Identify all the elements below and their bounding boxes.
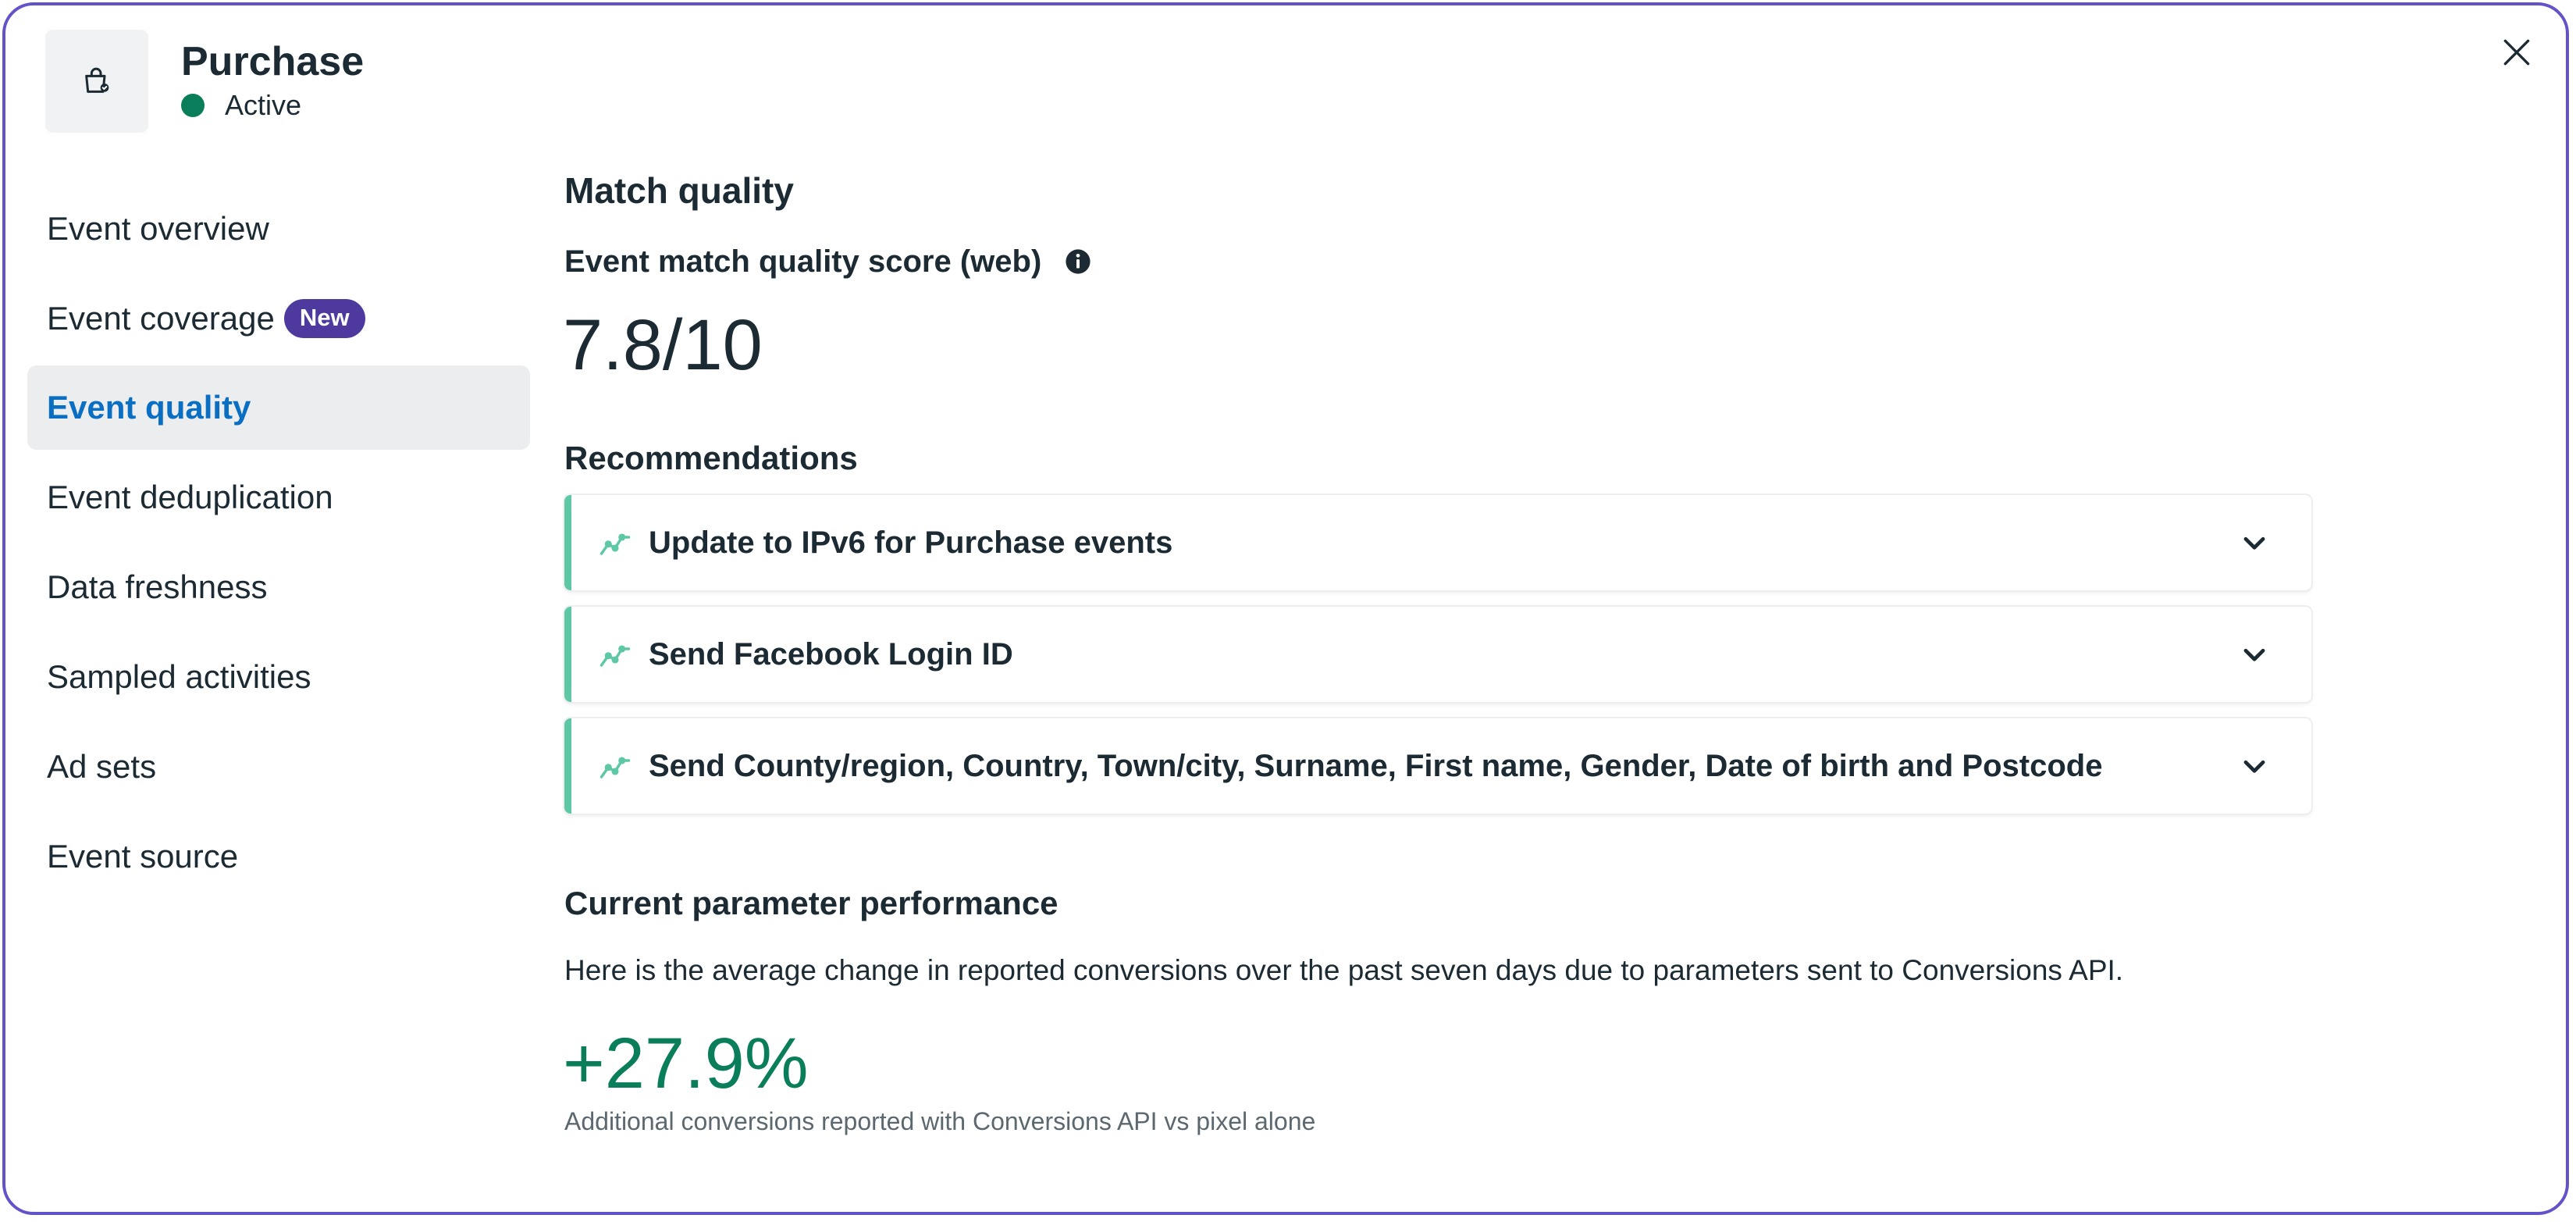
sidebar-item-event-deduplication[interactable]: Event deduplication: [27, 455, 530, 540]
sidebar-item-event-overview[interactable]: Event overview: [27, 187, 530, 271]
recommendations-title: Recommendations: [564, 440, 858, 476]
sidebar-item-event-quality[interactable]: Event quality: [27, 365, 530, 450]
trend-line-icon: [600, 757, 631, 778]
performance-title: Current parameter performance: [564, 885, 1059, 921]
status-dot: [181, 94, 205, 117]
recommendation-accent: [564, 607, 571, 702]
sidebar-item-data-freshness[interactable]: Data freshness: [27, 545, 530, 629]
recommendation-label: Send Facebook Login ID: [649, 637, 1013, 672]
chevron-down-icon[interactable]: [2240, 528, 2269, 558]
recommendation-accent: [564, 495, 571, 590]
sidebar-item-label: Event source: [47, 838, 239, 875]
status-label: Active: [225, 89, 302, 121]
event-details-panel: Purchase Active Event overview Event cov…: [2, 2, 2569, 1215]
score-label-row: Event match quality score (web): [564, 241, 1091, 282]
sidebar-item-sampled-activities[interactable]: Sampled activities: [27, 635, 530, 719]
recommendation-item[interactable]: Update to IPv6 for Purchase events: [564, 495, 2311, 590]
sidebar-item-event-coverage[interactable]: Event coverage New: [27, 276, 530, 361]
sidebar-item-event-source[interactable]: Event source: [27, 814, 530, 899]
score-label: Event match quality score (web): [564, 244, 1042, 279]
shopping-bag-icon: [85, 67, 109, 93]
recommendation-item[interactable]: Send Facebook Login ID: [564, 607, 2311, 702]
section-title: Match quality: [564, 170, 794, 211]
trend-line-icon: [600, 533, 631, 555]
sidebar-item-label: Event quality: [47, 389, 251, 426]
recommendation-label: Send County/region, Country, Town/city, …: [649, 749, 2103, 783]
sidebar-item-label: Data freshness: [47, 568, 268, 605]
sidebar-item-label: Ad sets: [47, 748, 157, 785]
sidebar-item-label: Event coverage: [47, 300, 275, 337]
trend-line-icon: [600, 645, 631, 667]
sidebar-item-label: Event deduplication: [47, 479, 333, 515]
chevron-down-icon[interactable]: [2240, 640, 2269, 669]
performance-description: Here is the average change in reported c…: [564, 954, 2124, 986]
performance-caption: Additional conversions reported with Con…: [564, 1107, 1316, 1135]
close-icon[interactable]: [2500, 35, 2534, 69]
event-status: Active: [181, 88, 301, 123]
event-title: Purchase: [181, 39, 365, 84]
sidebar-item-label: Event overview: [47, 210, 269, 247]
recommendation-label: Update to IPv6 for Purchase events: [649, 525, 1173, 560]
performance-value: +27.9%: [563, 1024, 809, 1103]
new-badge: New: [283, 299, 365, 338]
sidebar-item-label: Sampled activities: [47, 658, 311, 695]
info-icon[interactable]: [1065, 248, 1091, 275]
event-icon-container: [45, 30, 148, 133]
sidebar-item-ad-sets[interactable]: Ad sets: [27, 725, 530, 809]
score-value: 7.8/10: [563, 305, 763, 385]
chevron-down-icon[interactable]: [2240, 751, 2269, 781]
recommendation-accent: [564, 718, 571, 814]
recommendation-item[interactable]: Send County/region, Country, Town/city, …: [564, 718, 2311, 814]
